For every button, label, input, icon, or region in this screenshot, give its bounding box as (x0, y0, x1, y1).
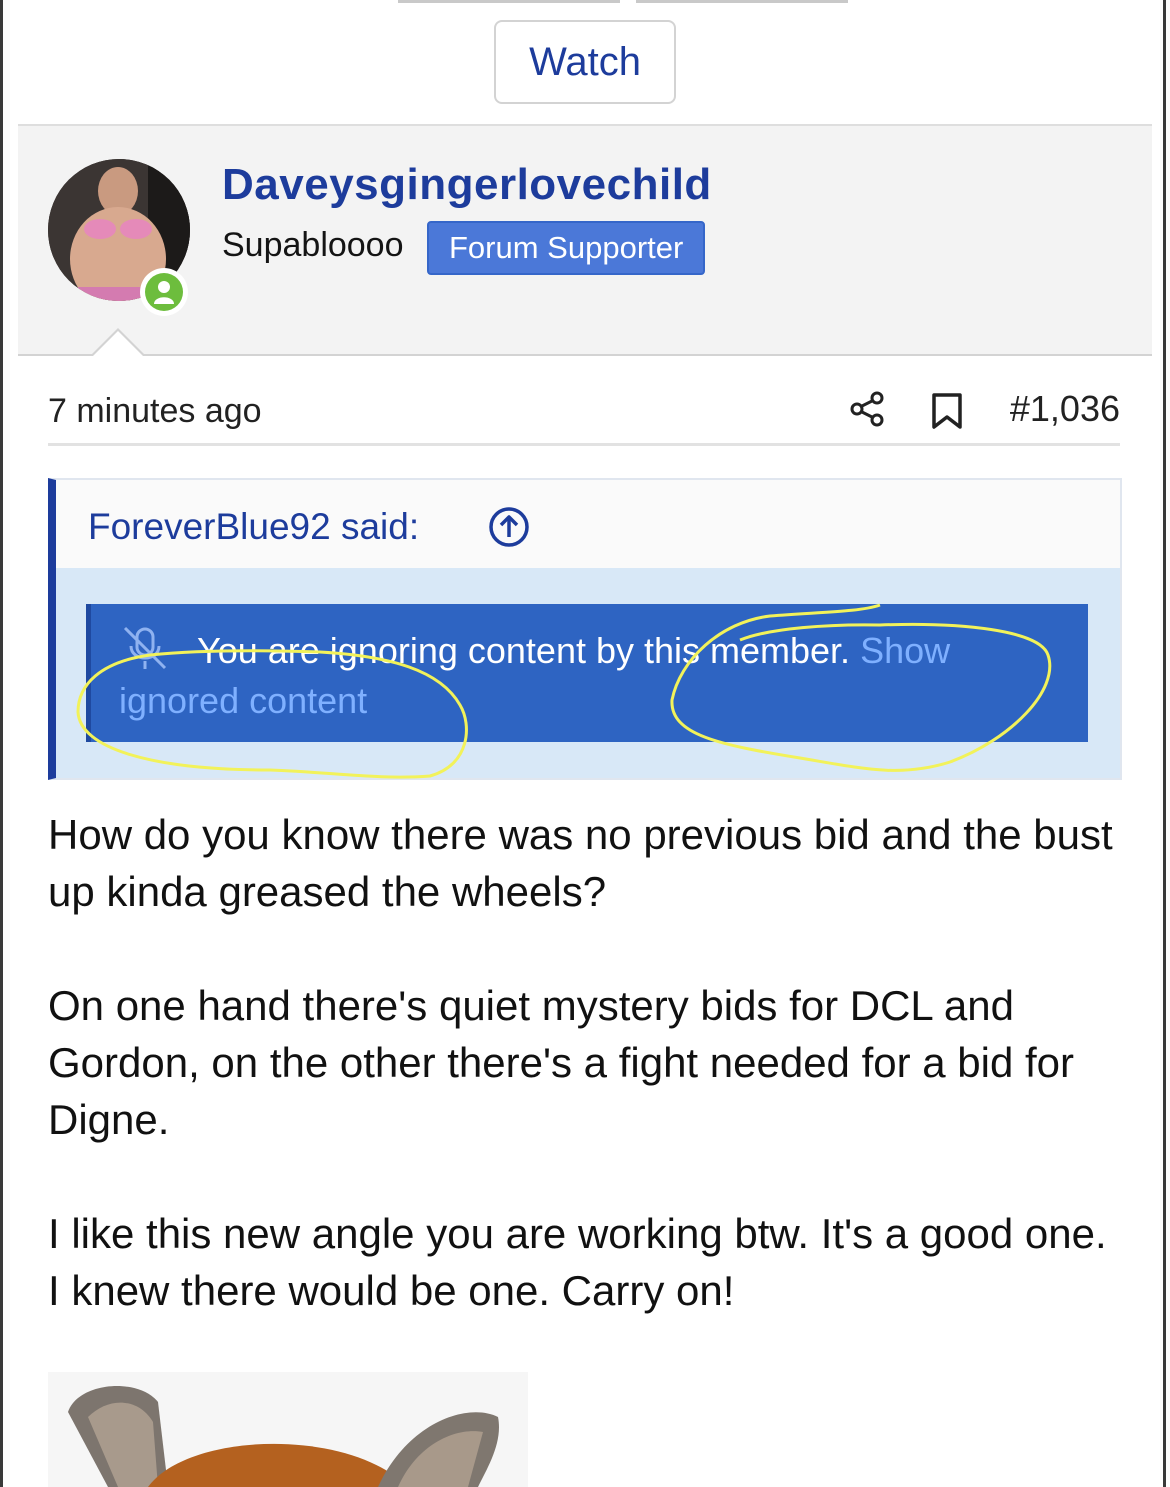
post-number-link[interactable]: #1,036 (1010, 388, 1120, 430)
post-author-block: Daveysgingerlovechild Supabloooo Forum S… (18, 124, 1152, 356)
ignored-content-text: You are ignoring content by this member.… (119, 626, 1039, 726)
post-paragraph: I like this new angle you are working bt… (48, 1210, 1107, 1314)
share-icon[interactable] (848, 390, 886, 428)
post-message: How do you know there was no previous bi… (48, 806, 1128, 1376)
post-meta-bar: 7 minutes ago #1,036 (48, 380, 1120, 446)
quote-body: You are ignoring content by this member.… (56, 568, 1120, 778)
post-timestamp[interactable]: 7 minutes ago (48, 392, 262, 431)
author-user-title: Supabloooo (222, 226, 404, 264)
online-status-badge (140, 268, 188, 316)
post-paragraph: On one hand there's quiet mystery bids f… (48, 982, 1075, 1143)
forum-supporter-badge: Forum Supporter (427, 221, 706, 275)
ignored-content-notice: You are ignoring content by this member.… (86, 604, 1088, 742)
tab-indicator[interactable] (636, 0, 848, 3)
user-online-icon (145, 273, 183, 311)
post-paragraph: How do you know there was no previous bi… (48, 811, 1113, 915)
author-username[interactable]: Daveysgingerlovechild (222, 160, 712, 210)
author-arrow-fill (92, 331, 144, 357)
bookmark-icon[interactable] (930, 392, 964, 430)
watch-button[interactable]: Watch (494, 20, 676, 104)
ignored-notice-label: You are ignoring content by this member. (197, 630, 851, 671)
arrow-up-circle-icon[interactable] (488, 506, 530, 548)
attached-image[interactable] (48, 1372, 528, 1487)
tab-indicator[interactable] (398, 0, 620, 3)
quote-header: ForeverBlue92 said: (56, 480, 1120, 568)
quote-author[interactable]: ForeverBlue92 said: (88, 506, 419, 548)
quote-block: ForeverBlue92 said: You are ignoring con… (48, 478, 1122, 780)
